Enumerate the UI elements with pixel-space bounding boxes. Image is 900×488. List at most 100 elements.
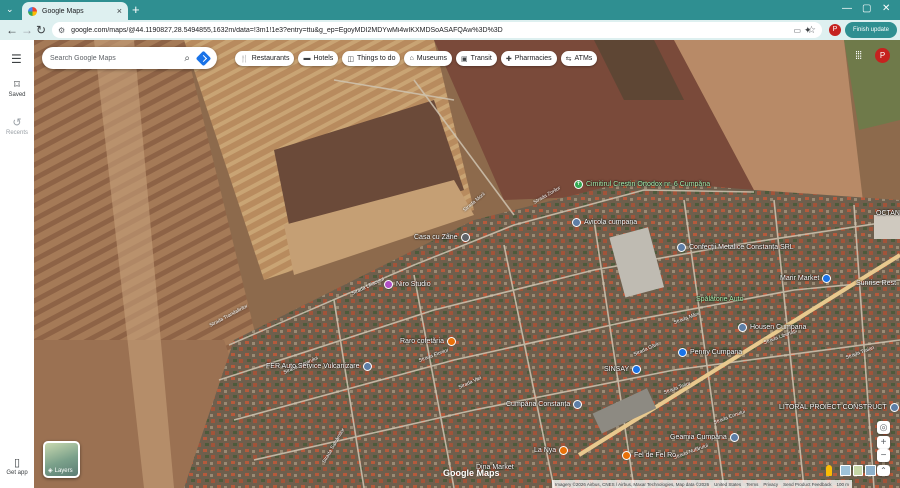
back-arrow-icon[interactable]: ← xyxy=(6,22,18,38)
poi-icon xyxy=(460,233,470,242)
finish-update-button[interactable]: Finish update xyxy=(845,22,897,38)
maximize-icon[interactable]: ▢ xyxy=(862,2,871,16)
chip-restaurants[interactable]: 🍴 Restaurants xyxy=(235,51,295,66)
rail-item-label: Recents xyxy=(5,130,28,136)
cast-icon[interactable]: ▭ xyxy=(793,26,801,35)
place-name: Geamia Cumpăna xyxy=(670,434,727,441)
feedback-link[interactable]: Send Product Feedback xyxy=(783,482,831,487)
browser-tab-google-maps[interactable]: Google Maps × xyxy=(22,2,128,20)
privacy-link[interactable]: Privacy xyxy=(763,482,778,487)
satellite-map[interactable]: Strada Trandafirilor Strada Liliacului S… xyxy=(34,40,900,488)
extensions-puzzle-icon[interactable]: ✦ xyxy=(804,25,812,36)
imagery-credit: Imagery ©2026 Airbus, CNES / Airbus, Max… xyxy=(555,481,710,487)
business-icon xyxy=(738,323,747,332)
zoom-in-button[interactable]: + xyxy=(877,436,890,449)
layers-button[interactable]: ◈ Layers xyxy=(43,441,80,478)
directions-icon[interactable] xyxy=(195,50,212,66)
place-litoral-proiect[interactable]: LITORAL PROIECT CONSTRUCT xyxy=(779,403,899,412)
map-thumbnail[interactable] xyxy=(840,465,851,476)
cafe-icon xyxy=(446,337,456,346)
place-sunrise-rest[interactable]: Sunrise Rest xyxy=(856,280,896,287)
place-name: Housen Cumpana xyxy=(750,324,807,331)
place-confectii-metalice[interactable]: Confecții Metalice Constanța SRL xyxy=(677,243,794,252)
place-cumpana-constanta[interactable]: Cumpăna Constanța xyxy=(506,400,583,409)
business-icon xyxy=(677,243,686,252)
chip-label: Things to do xyxy=(356,55,396,62)
chip-museums[interactable]: ⌂ Museums xyxy=(404,51,453,66)
place-fel-de-fel[interactable]: Fel de Fel Ro xyxy=(622,451,676,460)
tab-search-icon[interactable]: ⌄ xyxy=(6,4,14,15)
shopping-icon xyxy=(384,280,393,289)
place-fer-auto[interactable]: FER Auto Service Vulcanizare xyxy=(266,362,372,371)
cemetery-icon: ✝ xyxy=(574,180,583,189)
site-info-tune-icon[interactable]: ⚙ xyxy=(58,26,65,35)
search-box[interactable]: ⌕ xyxy=(42,47,217,69)
place-niro-studio[interactable]: Niro Studio xyxy=(384,280,431,289)
place-marir-market[interactable]: Marir Market xyxy=(780,274,832,283)
place-name: Raro cofetăria xyxy=(400,338,444,345)
rail-item-saved[interactable]: ⌑ Saved xyxy=(0,78,34,98)
category-chips: 🍴 Restaurants ▬ Hotels ◫ Things to do ⌂ Muse… xyxy=(235,51,598,66)
forward-arrow-icon[interactable]: → xyxy=(21,22,33,38)
place-raro-cofetaria[interactable]: Raro cofetăria xyxy=(400,337,456,346)
phone-icon: ▯ xyxy=(13,457,21,469)
place-spalatorie[interactable]: Spălătorie Auto xyxy=(696,296,743,303)
my-location-button[interactable]: ◎ xyxy=(877,421,890,434)
minimize-icon[interactable]: — xyxy=(842,2,852,16)
camera-icon: ◫ xyxy=(347,55,354,63)
restaurant-icon xyxy=(622,451,631,460)
place-la-nya[interactable]: La Nya xyxy=(534,446,569,455)
chip-transit[interactable]: ▣ Transit xyxy=(456,51,497,66)
search-input[interactable] xyxy=(50,54,185,62)
place-penny[interactable]: Penny Cumpana xyxy=(678,348,742,357)
globe-thumbnail[interactable] xyxy=(865,465,877,476)
chip-label: Restaurants xyxy=(251,55,290,62)
zoom-out-button[interactable]: − xyxy=(877,449,890,462)
search-icon[interactable]: ⌕ xyxy=(184,53,190,64)
google-apps-grid-icon[interactable]: ⁞⁞⁞ xyxy=(855,50,862,62)
reload-icon[interactable]: ↻ xyxy=(36,22,46,38)
place-avicola[interactable]: Avicola cumpana xyxy=(572,218,637,227)
terms-link[interactable]: Terms xyxy=(746,482,758,487)
layers-label: Layers xyxy=(54,467,73,474)
place-name: La Nya xyxy=(534,447,557,454)
region-link[interactable]: United States xyxy=(714,482,741,487)
place-casa-cu-zane[interactable]: Casa cu Zâne xyxy=(414,233,470,242)
chip-label: Hotels xyxy=(313,55,334,62)
business-icon xyxy=(362,362,372,371)
place-name: Fel de Fel Ro xyxy=(634,452,677,459)
tab-close-icon[interactable]: × xyxy=(117,6,122,16)
terrain-thumbnail[interactable] xyxy=(852,465,864,476)
chip-things-to-do[interactable]: ◫ Things to do xyxy=(342,51,401,66)
browser-profile-avatar[interactable]: P xyxy=(829,24,841,36)
rail-item-get-app[interactable]: ▯ Get app xyxy=(0,456,34,476)
place-name: Casa cu Zâne xyxy=(414,234,458,241)
place-housen[interactable]: Housen Cumpana xyxy=(738,323,806,332)
layers-icon: ◈ xyxy=(48,468,53,474)
map-type-thumbnails[interactable] xyxy=(840,465,877,476)
place-name: OCTAN xyxy=(876,210,900,217)
place-cimitirul[interactable]: ✝ Cimitirul Creștin Ortodox nr. 6 Cumpăn… xyxy=(574,180,710,189)
url-text[interactable]: google.com/maps/@44.1190827,28.5494855,1… xyxy=(71,27,787,34)
place-geamia[interactable]: Geamia Cumpăna xyxy=(670,433,739,442)
mosque-icon xyxy=(729,433,739,442)
address-bar[interactable]: ⚙ google.com/maps/@44.1190827,28.5494855… xyxy=(52,22,822,38)
close-window-icon[interactable]: ✕ xyxy=(882,2,890,16)
chip-atms[interactable]: ⇆ ATMs xyxy=(560,51,598,66)
maps-side-rail: ☰ ⌑ Saved ↺ Recents ▯ Get app xyxy=(0,40,34,488)
place-sinsay[interactable]: SINSAY xyxy=(604,365,642,374)
chip-hotels[interactable]: ▬ Hotels xyxy=(298,51,339,66)
shopping-cart-icon xyxy=(678,348,687,357)
expand-button[interactable]: ⌃ xyxy=(877,465,890,476)
museum-icon: ⌂ xyxy=(409,55,414,62)
account-avatar[interactable]: P xyxy=(875,48,890,63)
rail-item-recents[interactable]: ↺ Recents xyxy=(0,116,34,136)
place-octan[interactable]: OCTAN xyxy=(876,210,900,217)
scale-label[interactable]: 100 m xyxy=(836,482,849,487)
street-view-pegman-icon[interactable] xyxy=(826,465,832,476)
new-tab-button[interactable]: + xyxy=(132,2,140,18)
chip-label: Pharmacies xyxy=(514,55,552,62)
place-name: Confecții Metalice Constanța SRL xyxy=(689,244,794,251)
chip-pharmacies[interactable]: ✚ Pharmacies xyxy=(500,51,557,66)
menu-icon[interactable]: ☰ xyxy=(11,52,22,66)
